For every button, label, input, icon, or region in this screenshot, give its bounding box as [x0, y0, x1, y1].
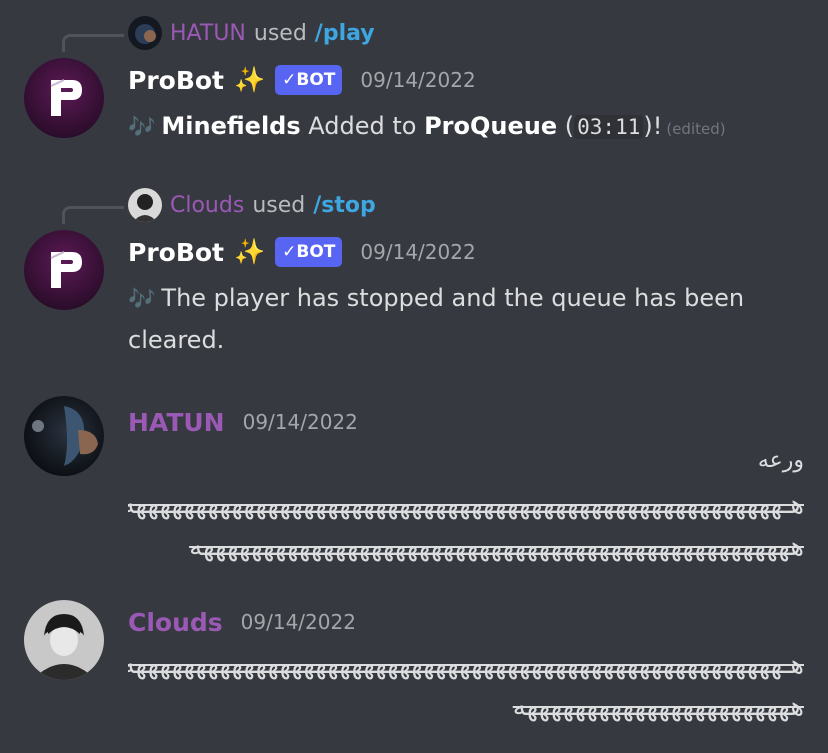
- clouds-avatar-image: [24, 600, 104, 680]
- message-line-2: هـهههههههههههههههههههههههههههههههههههههه…: [128, 490, 804, 520]
- bot-badge: ✓BOT: [275, 237, 343, 267]
- reply-username[interactable]: HATUN: [170, 21, 246, 46]
- probot-logo-icon: [24, 230, 104, 310]
- message-header: ProBot ✨ ✓BOT 09/14/2022: [128, 60, 476, 100]
- hatun-avatar[interactable]: [24, 396, 104, 476]
- timestamp[interactable]: 09/14/2022: [243, 410, 358, 434]
- author-name[interactable]: ProBot: [128, 238, 224, 267]
- timestamp[interactable]: 09/14/2022: [241, 610, 356, 634]
- message-line-1: ورعه: [757, 448, 804, 473]
- song-title: Minefields: [161, 112, 301, 140]
- author-name[interactable]: ProBot: [128, 66, 224, 95]
- edited-label: (edited): [666, 120, 726, 138]
- added-text: Added to: [300, 112, 425, 140]
- bot-badge: ✓BOT: [275, 65, 343, 95]
- reply-used-label: used: [253, 20, 307, 46]
- message-line-3: هههههههههههههههههههههههههههههههههههههههه…: [189, 532, 804, 562]
- paren-open: (: [557, 112, 575, 140]
- timestamp[interactable]: 09/14/2022: [360, 68, 475, 92]
- paren-close: )!: [643, 112, 663, 140]
- probot-avatar[interactable]: [24, 230, 104, 310]
- reply-reference[interactable]: HATUN used /play: [128, 16, 375, 50]
- queue-name: ProQueue: [424, 112, 558, 140]
- message-line-1: هـهههههههههههههههههههههههههههههههههههههه…: [128, 650, 804, 680]
- message-content: 🎶 Minefields Added to ProQueue (03:11)! (e…: [128, 106, 808, 149]
- reply-command[interactable]: /stop: [313, 193, 376, 218]
- clouds-mini-avatar[interactable]: [128, 188, 162, 222]
- music-notes-icon: 🎶: [128, 287, 156, 312]
- reply-username[interactable]: Clouds: [170, 193, 244, 218]
- author-name[interactable]: Clouds: [128, 608, 223, 637]
- reply-reference[interactable]: Clouds used /stop: [128, 188, 376, 222]
- message-text: The player has stopped and the queue has…: [128, 284, 745, 354]
- duration-code: 03:11: [574, 115, 644, 139]
- sparkles-icon: ✨: [234, 65, 266, 94]
- message-header: Clouds 09/14/2022: [128, 602, 356, 642]
- message-content: 🎶 The player has stopped and the queue ha…: [128, 278, 778, 360]
- reply-used-label: used: [252, 192, 306, 218]
- hatun-mini-avatar[interactable]: [128, 16, 162, 50]
- probot-avatar[interactable]: [24, 58, 104, 138]
- reply-connector: [62, 34, 124, 52]
- probot-logo-icon: [24, 58, 104, 138]
- hatun-avatar-image: [24, 396, 104, 476]
- clouds-avatar[interactable]: [24, 600, 104, 680]
- author-name[interactable]: HATUN: [128, 408, 225, 437]
- message-header: ProBot ✨ ✓BOT 09/14/2022: [128, 232, 476, 272]
- message-header: HATUN 09/14/2022: [128, 402, 358, 442]
- music-notes-icon: 🎶: [128, 115, 156, 140]
- reply-connector: [62, 206, 124, 224]
- message-line-2: هههههههههههههههههههههههه: [512, 692, 804, 722]
- sparkles-icon: ✨: [234, 237, 266, 266]
- reply-command[interactable]: /play: [315, 21, 375, 46]
- timestamp[interactable]: 09/14/2022: [360, 240, 475, 264]
